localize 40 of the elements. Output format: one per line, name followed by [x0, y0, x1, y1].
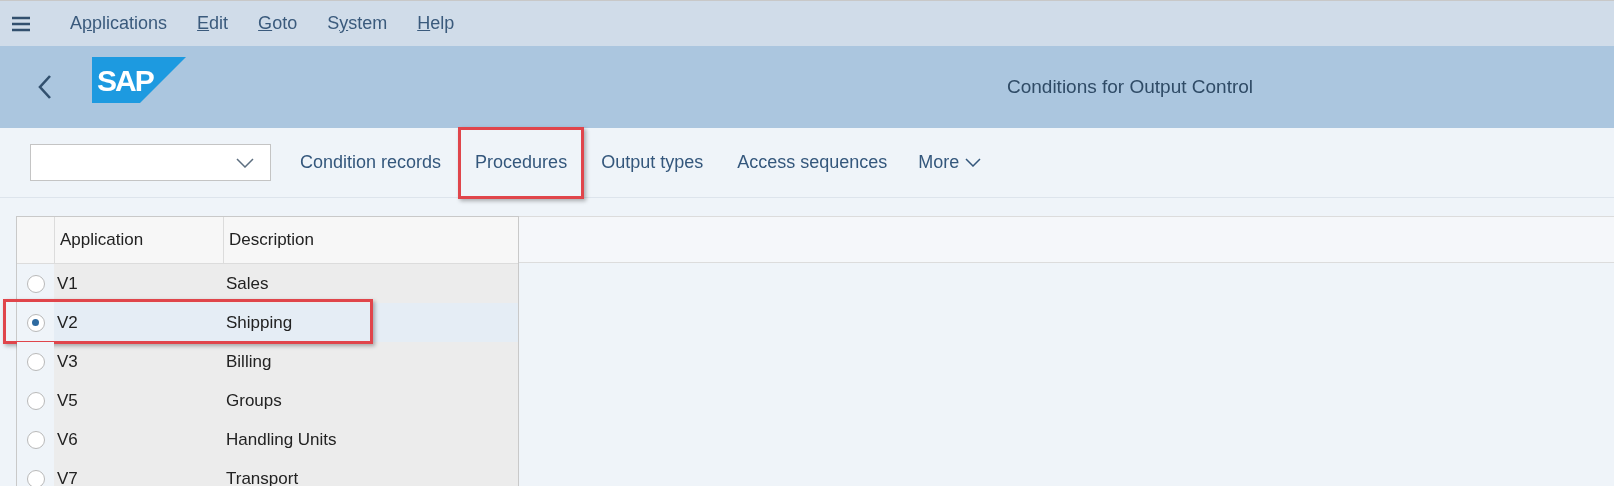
table-row[interactable]: V5 Groups: [17, 381, 518, 420]
radio-button[interactable]: [26, 352, 45, 371]
menu-icon[interactable]: [11, 15, 31, 32]
page-title: Conditions for Output Control: [1006, 74, 1254, 99]
menu-item[interactable]: Help: [417, 10, 455, 37]
toolbar-button[interactable]: Condition records: [283, 126, 459, 199]
table-cell-text: Billing: [225, 350, 273, 373]
radio-button[interactable]: [26, 313, 45, 332]
column-header: Application: [54, 217, 223, 263]
table-cell-text: Handling Units: [225, 428, 338, 451]
dropdown-field[interactable]: [30, 144, 271, 181]
column-header: Description: [223, 217, 518, 263]
table-cell-text: V5: [56, 389, 79, 412]
chevron-down-icon: [236, 157, 254, 168]
back-icon[interactable]: [38, 74, 52, 100]
table-cell-text: V1: [56, 272, 79, 295]
menu-item[interactable]: Edit: [197, 10, 229, 37]
radio-button[interactable]: [26, 469, 45, 486]
table-cell-text: Sales: [225, 272, 270, 295]
menu-item[interactable]: System: [327, 10, 388, 37]
table-cell-text: V2: [56, 311, 79, 334]
table-row[interactable]: V1 Sales: [17, 264, 518, 303]
radio-button[interactable]: [26, 274, 45, 293]
radio-button[interactable]: [26, 391, 45, 410]
more-button[interactable]: More: [904, 149, 996, 176]
table-row[interactable]: V3 Billing: [17, 342, 518, 381]
table-row[interactable]: V6 Handling Units: [17, 420, 518, 459]
table-cell-text: Shipping: [225, 311, 294, 334]
menu-item[interactable]: Goto: [258, 10, 298, 37]
table-cell-text: V6: [56, 428, 79, 451]
toolbar-button[interactable]: Access sequences: [720, 126, 905, 199]
table-cell-text: V7: [56, 467, 79, 486]
menu-item[interactable]: Applications: [70, 10, 168, 37]
chevron-down-icon: [965, 158, 982, 167]
toolbar-button[interactable]: Output types: [584, 126, 721, 199]
table-cell-text: V3: [56, 350, 79, 373]
logo-icon: SAP: [92, 57, 186, 103]
table-cell-text: Groups: [225, 389, 283, 412]
toolbar-button[interactable]: Procedures: [458, 126, 585, 199]
radio-button[interactable]: [26, 430, 45, 449]
